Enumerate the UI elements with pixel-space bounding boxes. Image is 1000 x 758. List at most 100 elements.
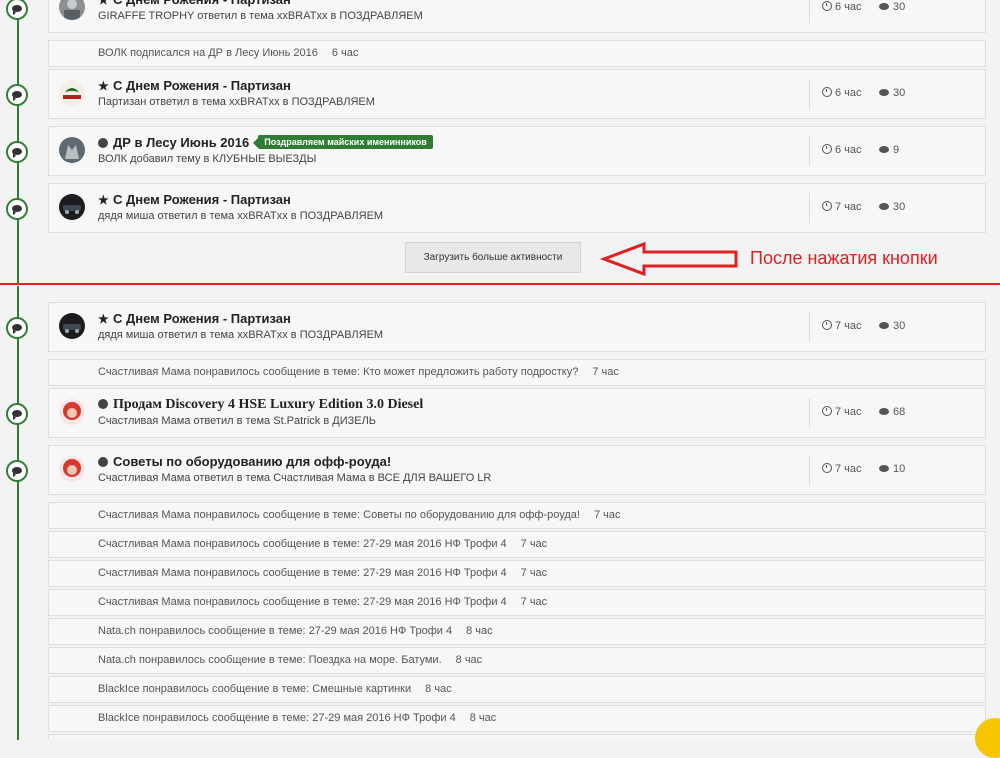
activity-row[interactable]: Счастливая Мама понравилось сообщение в … xyxy=(48,531,986,558)
activity-text: Nata.ch понравилось сообщение в теме: 27… xyxy=(98,625,493,637)
activity-title-text[interactable]: С Днем Рожения - Партизан xyxy=(113,311,291,326)
activity-title-text[interactable]: С Днем Рожения - Партизан xyxy=(113,0,291,7)
activity-item[interactable]: ★ С Днем Рожения - Партизан GIRAFFE TROPHY… xyxy=(48,0,986,33)
activity-row[interactable]: Счастливая Мама понравилось сообщение в … xyxy=(48,589,986,616)
activity-title-text[interactable]: Советы по оборудованию для офф-роуда! xyxy=(113,454,391,469)
activity-text: Счастливая Мама понравилось сообщение в … xyxy=(98,366,619,378)
activity-text: ВОЛК подписался на ДР в Лесу Июнь 2016 6 … xyxy=(98,47,358,59)
activity-subtitle: дядя миша ответил в тема xxBRATxx в ПОЗД… xyxy=(98,210,384,222)
avatar[interactable] xyxy=(59,80,85,106)
dot-icon xyxy=(98,457,108,467)
time-text: 7 час xyxy=(835,201,862,213)
timeline-comment-icon xyxy=(6,403,28,425)
activity-text-body: ВОЛК подписался на ДР в Лесу Июнь 2016 xyxy=(98,47,318,59)
activity-subtitle: Счастливая Мама ответил в тема Счастлива… xyxy=(98,472,492,484)
time-text: 6 час xyxy=(835,1,862,13)
time-meta: 7 час xyxy=(822,463,862,475)
activity-time: 6 час xyxy=(331,47,359,59)
activity-time: 7 час xyxy=(520,538,548,550)
avatar[interactable] xyxy=(59,456,85,482)
comments-count: 10 xyxy=(893,463,906,475)
comment-icon xyxy=(879,3,889,10)
activity-row[interactable]: Счастливая Мама понравилось сообщение в … xyxy=(48,502,986,529)
activity-time: 8 час xyxy=(469,712,497,724)
avatar[interactable] xyxy=(59,137,85,163)
time-meta: 7 час xyxy=(822,406,862,418)
activity-row[interactable]: Nata.ch понравилось сообщение в теме: По… xyxy=(48,647,986,674)
comments-count: 30 xyxy=(893,1,906,13)
activity-text: Счастливая Мама понравилось сообщение в … xyxy=(98,538,547,550)
activity-title[interactable]: ★ С Днем Рожения - Партизан xyxy=(98,311,291,326)
meta-divider xyxy=(809,136,810,166)
activity-title-text[interactable]: Продам Discovery 4 HSE Luxury Edition 3.… xyxy=(113,397,423,412)
meta-divider xyxy=(809,79,810,109)
time-text: 6 час xyxy=(835,87,862,99)
activity-row[interactable]: ВОЛК подписался на ДР в Лесу Июнь 2016 6 … xyxy=(48,40,986,67)
comment-icon xyxy=(879,89,889,96)
activity-title-text[interactable]: ДР в Лесу Июнь 2016 xyxy=(113,135,249,150)
comments-meta: 10 xyxy=(879,463,905,475)
avatar[interactable] xyxy=(59,313,85,339)
activity-item[interactable]: ДР в Лесу Июнь 2016 Поздравляем майских и… xyxy=(48,126,986,176)
time-meta: 7 час xyxy=(822,320,862,332)
clock-icon xyxy=(822,201,832,211)
meta-divider xyxy=(809,455,810,485)
comment-icon xyxy=(879,203,889,210)
activity-row[interactable]: KatrinDenev понравилось сообщение в теме… xyxy=(48,734,986,740)
activity-subtitle: ВОЛК добавил тему в КЛУБНЫЕ ВЫЕЗДЫ xyxy=(98,153,317,165)
activity-text-body: Счастливая Мама понравилось сообщение в … xyxy=(98,567,507,579)
activity-row[interactable]: Счастливая Мама понравилось сообщение в … xyxy=(48,560,986,587)
activity-text-body: Счастливая Мама понравилось сообщение в … xyxy=(98,366,579,378)
topic-badge: Поздравляем майских именинников xyxy=(253,135,433,149)
load-more-button[interactable]: Загрузить больше активности xyxy=(405,242,581,273)
activity-row[interactable]: Счастливая Мама понравилось сообщение в … xyxy=(48,359,986,386)
annotation-text: После нажатия кнопки xyxy=(750,248,938,268)
red-arrow-icon xyxy=(600,242,738,276)
activity-title[interactable]: ДР в Лесу Июнь 2016 Поздравляем майских и… xyxy=(98,135,433,150)
avatar[interactable] xyxy=(59,194,85,220)
activity-title[interactable]: Продам Discovery 4 HSE Luxury Edition 3.… xyxy=(98,397,423,413)
activity-row[interactable]: BlackIce понравилось сообщение в теме: С… xyxy=(48,676,986,703)
time-text: 6 час xyxy=(835,144,862,156)
comments-meta: 30 xyxy=(879,87,905,99)
comment-icon xyxy=(879,322,889,329)
comments-meta: 9 xyxy=(879,144,899,156)
time-text: 7 час xyxy=(835,463,862,475)
activity-title[interactable]: ★ С Днем Рожения - Партизан xyxy=(98,192,291,207)
activity-title[interactable]: Советы по оборудованию для офф-роуда! xyxy=(98,454,391,469)
clock-icon xyxy=(822,406,832,416)
activity-item[interactable]: Советы по оборудованию для офф-роуда! Сча… xyxy=(48,445,986,495)
activity-row[interactable]: Nata.ch понравилось сообщение в теме: 27… xyxy=(48,618,986,645)
activity-item[interactable]: ★ С Днем Рожения - Партизан Партизан ответ… xyxy=(48,69,986,119)
activity-title[interactable]: ★ С Днем Рожения - Партизан xyxy=(98,78,291,93)
activity-title-text[interactable]: С Днем Рожения - Партизан xyxy=(113,78,291,93)
activity-item[interactable]: ★ С Днем Рожения - Партизан дядя миша отве… xyxy=(48,183,986,233)
dot-icon xyxy=(98,138,108,148)
activity-title[interactable]: ★ С Днем Рожения - Партизан xyxy=(98,0,291,7)
activity-item[interactable]: Продам Discovery 4 HSE Luxury Edition 3.… xyxy=(48,388,986,438)
activity-text: BlackIce понравилось сообщение в теме: 2… xyxy=(98,712,496,724)
star-icon: ★ xyxy=(98,193,109,207)
timeline-comment-icon xyxy=(6,84,28,106)
activity-time: 8 час xyxy=(466,625,493,637)
activity-time: 7 час xyxy=(520,567,548,579)
activity-subtitle: Счастливая Мама ответил в тема St.Patric… xyxy=(98,415,377,427)
comments-count: 30 xyxy=(893,320,906,332)
activity-text: Счастливая Мама понравилось сообщение в … xyxy=(98,509,621,521)
activity-time: 8 час xyxy=(455,654,483,666)
activity-item[interactable]: ★ С Днем Рожения - Партизан дядя миша отве… xyxy=(48,302,986,352)
activity-text-body: Счастливая Мама понравилось сообщение в … xyxy=(98,509,580,521)
activity-stream-after: ★ С Днем Рожения - Партизан дядя миша отве… xyxy=(0,286,1000,740)
activity-stream-before: ★ С Днем Рожения - Партизан GIRAFFE TROPHY… xyxy=(0,0,1000,283)
timeline-comment-icon xyxy=(6,141,28,163)
avatar[interactable] xyxy=(59,0,85,20)
star-icon: ★ xyxy=(98,312,109,326)
avatar[interactable] xyxy=(59,399,85,425)
timeline-comment-icon xyxy=(6,0,28,20)
activity-title-text[interactable]: С Днем Рожения - Партизан xyxy=(113,192,291,207)
activity-row[interactable]: BlackIce понравилось сообщение в теме: 2… xyxy=(48,705,986,732)
timeline-comment-icon xyxy=(6,317,28,339)
activity-text-body: Счастливая Мама понравилось сообщение в … xyxy=(98,596,507,608)
time-text: 7 час xyxy=(835,406,862,418)
comment-icon xyxy=(879,408,889,415)
